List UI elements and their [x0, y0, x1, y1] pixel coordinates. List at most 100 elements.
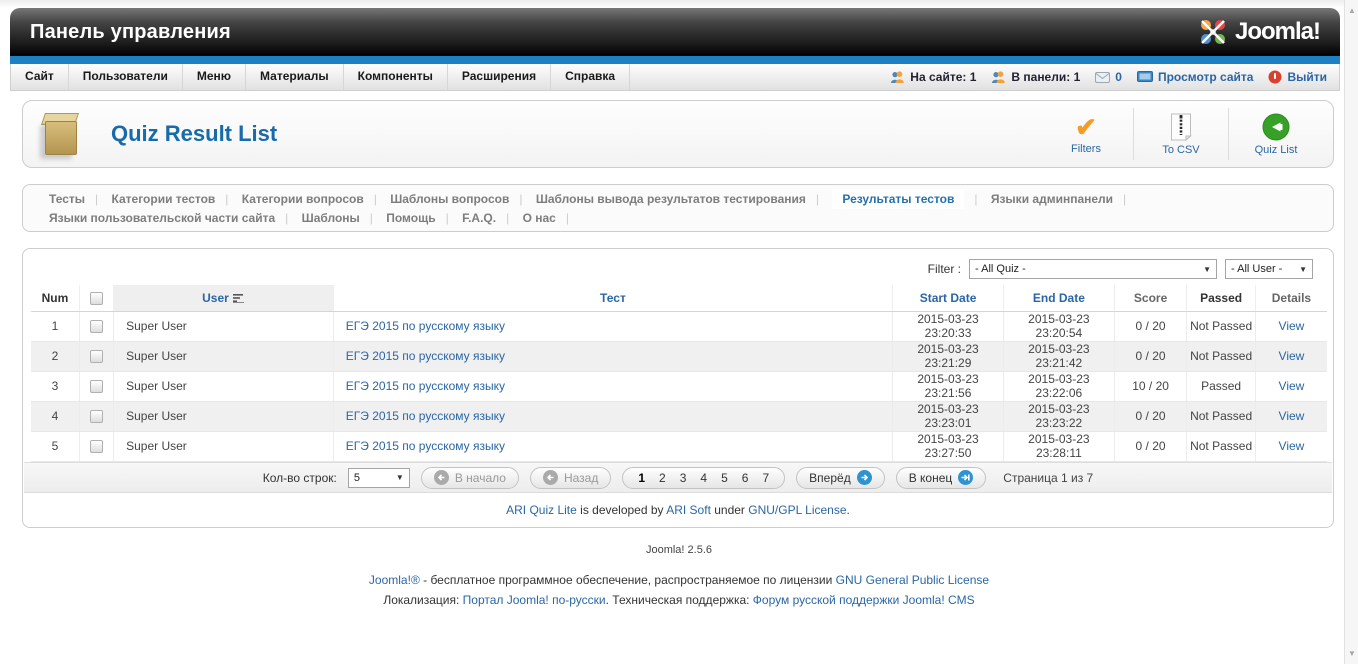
joomla-link[interactable]: Joomla!® [369, 573, 420, 587]
admins-status: В панели: 1 [991, 70, 1080, 84]
col-num: Num [31, 285, 80, 312]
footer-license-line: Joomla!® - бесплатное программное обеспе… [368, 573, 990, 587]
page-1[interactable]: 1 [631, 471, 652, 485]
col-end-date-sort[interactable]: End Date [1003, 285, 1115, 312]
on-site-count: На сайте: 1 [910, 70, 977, 84]
row-test: ЕГЭ 2015 по русскому языку [333, 311, 894, 342]
scroll-up-icon[interactable]: ▲ [1345, 6, 1358, 15]
tab-result-templates[interactable]: Шаблоны вывода результатов тестирования [536, 192, 806, 206]
tab-help[interactable]: Помощь [386, 211, 435, 225]
row-checkbox[interactable] [89, 350, 103, 364]
menu-content[interactable]: Материалы [246, 64, 344, 90]
row-details: View [1255, 371, 1327, 402]
row-num: 5 [31, 431, 80, 462]
row-checkbox[interactable] [89, 380, 103, 394]
view-link[interactable]: View [1279, 379, 1305, 393]
table-row: 3 Super User ЕГЭ 2015 по русскому языку … [31, 371, 1327, 402]
results-panel: Filter : - All Quiz - ▼ - All User - ▼ N… [22, 248, 1334, 528]
page-3[interactable]: 3 [673, 471, 694, 485]
row-checkbox[interactable] [89, 320, 103, 334]
separator: | [1123, 192, 1127, 206]
filters-button[interactable]: ✔ Filters [1039, 106, 1133, 162]
ru-support-forum-link[interactable]: Форум русской поддержки Joomla! CMS [753, 593, 975, 607]
page-5[interactable]: 5 [714, 471, 735, 485]
messages-link[interactable]: 0 [1095, 70, 1122, 84]
separator: | [519, 192, 523, 206]
test-link[interactable]: ЕГЭ 2015 по русскому языку [346, 409, 505, 423]
visitors-status: На сайте: 1 [890, 70, 976, 84]
col-start-date-sort[interactable]: Start Date [892, 285, 1004, 312]
page-7[interactable]: 7 [755, 471, 776, 485]
separator: | [373, 192, 377, 206]
component-credit: ARI Quiz Lite is developed by ARI Soft u… [506, 503, 850, 517]
tab-admin-languages[interactable]: Языки админпанели [991, 192, 1113, 206]
select-all-checkbox[interactable] [89, 291, 103, 305]
vertical-scrollbar[interactable]: ▲ ▼ [1344, 0, 1358, 664]
menu-components[interactable]: Компоненты [344, 64, 448, 90]
rows-per-page-select[interactable]: 5 ▼ [347, 467, 410, 488]
menu-users[interactable]: Пользователи [69, 64, 183, 90]
col-user-sort[interactable]: User [113, 285, 334, 312]
page-6[interactable]: 6 [735, 471, 756, 485]
view-link[interactable]: View [1279, 439, 1305, 453]
row-score: 0 / 20 [1114, 311, 1188, 342]
separator: | [815, 192, 820, 206]
main-menu: Сайт Пользователи Меню Материалы Компоне… [11, 64, 631, 90]
table-row: 4 Super User ЕГЭ 2015 по русскому языку … [31, 401, 1327, 432]
tab-quiz-categories[interactable]: Категории тестов [112, 192, 216, 206]
menu-site[interactable]: Сайт [11, 64, 69, 90]
page-2[interactable]: 2 [652, 471, 673, 485]
last-page-button[interactable]: В конец [895, 466, 987, 489]
menu-help[interactable]: Справка [551, 64, 631, 90]
tab-question-templates[interactable]: Шаблоны вопросов [390, 192, 509, 206]
row-passed: Not Passed [1186, 311, 1256, 342]
test-link[interactable]: ЕГЭ 2015 по русскому языку [346, 319, 505, 333]
row-checkbox[interactable] [89, 440, 103, 454]
test-link[interactable]: ЕГЭ 2015 по русскому языку [346, 439, 505, 453]
tab-quiz-results-active[interactable]: Результаты тестов [832, 189, 965, 209]
view-link[interactable]: View [1279, 319, 1305, 333]
filter-row: Filter : - All Quiz - ▼ - All User - ▼ [928, 259, 1313, 279]
menu-menus[interactable]: Меню [183, 64, 247, 90]
view-site-link[interactable]: Просмотр сайта [1136, 70, 1253, 84]
col-test-sort[interactable]: Тест [333, 285, 894, 312]
quiz-list-button[interactable]: Quiz List [1229, 106, 1323, 162]
submenu-row-2: Языки пользовательской части сайта | Шабл… [49, 209, 1333, 228]
test-link[interactable]: ЕГЭ 2015 по русскому языку [346, 379, 505, 393]
tab-faq[interactable]: F.A.Q. [462, 211, 496, 225]
row-details: View [1255, 431, 1327, 462]
ari-soft-link[interactable]: ARI Soft [666, 503, 711, 517]
tab-about[interactable]: О нас [523, 211, 556, 225]
view-link[interactable]: View [1279, 349, 1305, 363]
test-link[interactable]: ЕГЭ 2015 по русскому языку [346, 349, 505, 363]
row-num: 3 [31, 371, 80, 402]
joomla-admin-screen: Панель управления Joomla! Сайт Пользоват… [0, 0, 1358, 664]
logout-link[interactable]: Выйти [1268, 70, 1327, 84]
ari-quiz-lite-link[interactable]: ARI Quiz Lite [506, 503, 577, 517]
to-csv-button[interactable]: To CSV [1134, 106, 1228, 162]
row-checkbox[interactable] [89, 410, 103, 424]
tab-site-languages[interactable]: Языки пользовательской части сайта [49, 211, 275, 225]
user-icon [891, 70, 905, 83]
tab-templates[interactable]: Шаблоны [302, 211, 360, 225]
view-link[interactable]: View [1279, 409, 1305, 423]
row-user: Super User [113, 371, 334, 402]
row-end-date: 2015-03-23 23:28:11 [1003, 431, 1115, 462]
table-row: 5 Super User ЕГЭ 2015 по русскому языку … [31, 431, 1327, 462]
gnu-license-link[interactable]: GNU General Public License [836, 573, 989, 587]
row-passed: Not Passed [1186, 431, 1256, 462]
next-page-button[interactable]: Вперёд [796, 466, 885, 489]
status-bar: На сайте: 1 В панели: 1 0 Просмотр сайта… [890, 64, 1339, 90]
tab-tests[interactable]: Тесты [49, 192, 85, 206]
page-4[interactable]: 4 [693, 471, 714, 485]
quiz-filter-select[interactable]: - All Quiz - ▼ [969, 259, 1217, 279]
gnu-gpl-link[interactable]: GNU/GPL License [748, 503, 846, 517]
tab-question-categories[interactable]: Категории вопросов [242, 192, 364, 206]
user-filter-select[interactable]: - All User - ▼ [1225, 259, 1313, 279]
check-icon: ✔ [1075, 111, 1097, 142]
scroll-down-icon[interactable]: ▼ [1345, 649, 1358, 658]
row-test: ЕГЭ 2015 по русскому языку [333, 341, 894, 372]
row-score: 0 / 20 [1114, 401, 1188, 432]
menu-extensions[interactable]: Расширения [448, 64, 552, 90]
joomla-ru-portal-link[interactable]: Портал Joomla! по-русски [463, 593, 606, 607]
